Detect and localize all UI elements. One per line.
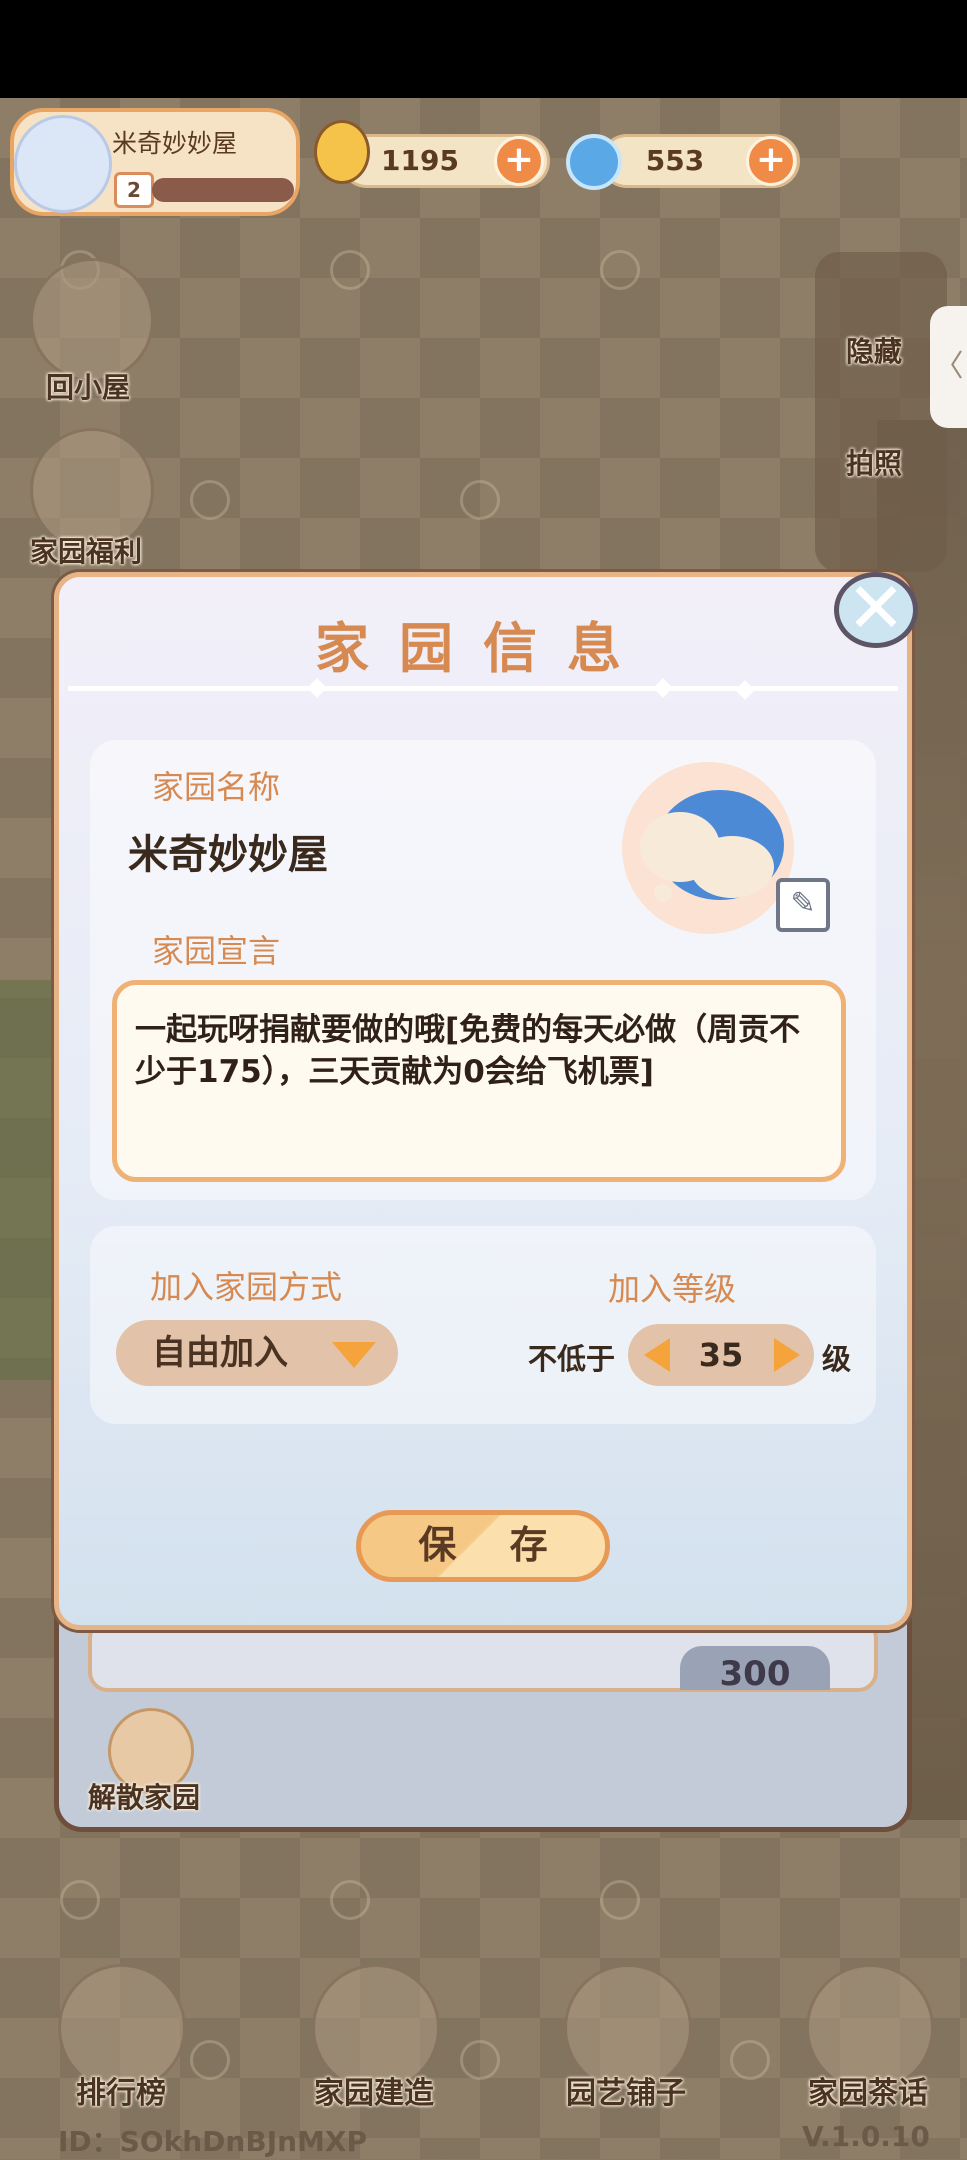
- collapse-arrow-icon[interactable]: 〈: [930, 306, 967, 428]
- status-bar: [0, 0, 967, 98]
- background-sun-decoration: [730, 2040, 770, 2080]
- join-level-label: 加入等级: [608, 1270, 737, 1308]
- home-exp-bar: [152, 178, 294, 202]
- home-level-badge: 2: [114, 172, 154, 208]
- background-sun-decoration: [190, 2040, 230, 2080]
- background-sun-decoration: [190, 480, 230, 520]
- home-name-value: 米奇妙妙屋: [128, 832, 328, 878]
- right-tool-panel: [815, 252, 947, 572]
- back-home-label: 回小屋: [46, 371, 131, 404]
- background-sun-decoration: [330, 1880, 370, 1920]
- home-chat-button[interactable]: 家园茶话: [808, 2068, 928, 2112]
- back-home-button[interactable]: [30, 258, 154, 382]
- join-method-dropdown[interactable]: 自由加入: [116, 1320, 398, 1386]
- background-sun-decoration: [600, 250, 640, 290]
- home-name-label: 家园名称: [152, 768, 281, 806]
- hide-ui-button[interactable]: 隐藏: [846, 330, 902, 370]
- version-text: V.1.0.10: [802, 2120, 930, 2153]
- home-avatar[interactable]: [14, 115, 112, 213]
- avatar-cloud-graphic: [690, 836, 774, 898]
- edit-avatar-icon[interactable]: ✎: [776, 878, 830, 932]
- join-level-stepper: 35: [628, 1324, 814, 1386]
- photo-button[interactable]: 拍照: [846, 442, 902, 482]
- home-id-text: ID：SOkhDnBJnMXP: [58, 2125, 368, 2158]
- join-level-value: 35: [698, 1336, 744, 1374]
- background-sun-decoration: [600, 1880, 640, 1920]
- swirl-currency-value: 553: [645, 144, 705, 177]
- home-name: 米奇妙妙屋: [112, 129, 238, 158]
- home-welfare-label: 家园福利: [30, 535, 143, 568]
- add-swirl-currency-button[interactable]: +: [746, 136, 796, 186]
- join-method-value: 自由加入: [152, 1333, 288, 1373]
- avatar-cloud-graphic: [654, 884, 672, 902]
- level-prefix-text: 不低于: [528, 1342, 616, 1376]
- background-sun-decoration: [460, 480, 500, 520]
- background-sun-decoration: [330, 250, 370, 290]
- home-declaration-label: 家园宣言: [152, 932, 281, 970]
- close-button[interactable]: ✕: [834, 572, 918, 648]
- add-snail-currency-button[interactable]: +: [494, 136, 544, 186]
- dialog-title: 家园信息: [315, 617, 651, 680]
- snail-coin-icon: [314, 120, 370, 184]
- ranking-button[interactable]: 排行榜: [76, 2068, 166, 2112]
- background-sun-decoration: [460, 2040, 500, 2080]
- title-divider: [68, 686, 898, 691]
- join-method-label: 加入家园方式: [150, 1268, 343, 1306]
- decrease-level-icon[interactable]: [644, 1338, 670, 1372]
- member-contribution-value: 300: [680, 1646, 830, 1690]
- increase-level-icon[interactable]: [774, 1338, 800, 1372]
- swirl-gem-icon: [566, 134, 622, 190]
- home-declaration-input[interactable]: 一起玩呀捐献要做的哦[免费的每天必做（周贡不少于175），三天贡献为0会给飞机票…: [112, 980, 846, 1182]
- disband-home-button[interactable]: 解散家园: [88, 1776, 200, 1816]
- home-build-button[interactable]: 家园建造: [314, 2068, 434, 2112]
- garden-shop-button[interactable]: 园艺铺子: [566, 2068, 686, 2112]
- level-suffix-text: 级: [822, 1342, 852, 1376]
- save-button[interactable]: 保 存: [356, 1510, 610, 1582]
- background-sun-decoration: [60, 1880, 100, 1920]
- chevron-down-icon: [332, 1342, 376, 1368]
